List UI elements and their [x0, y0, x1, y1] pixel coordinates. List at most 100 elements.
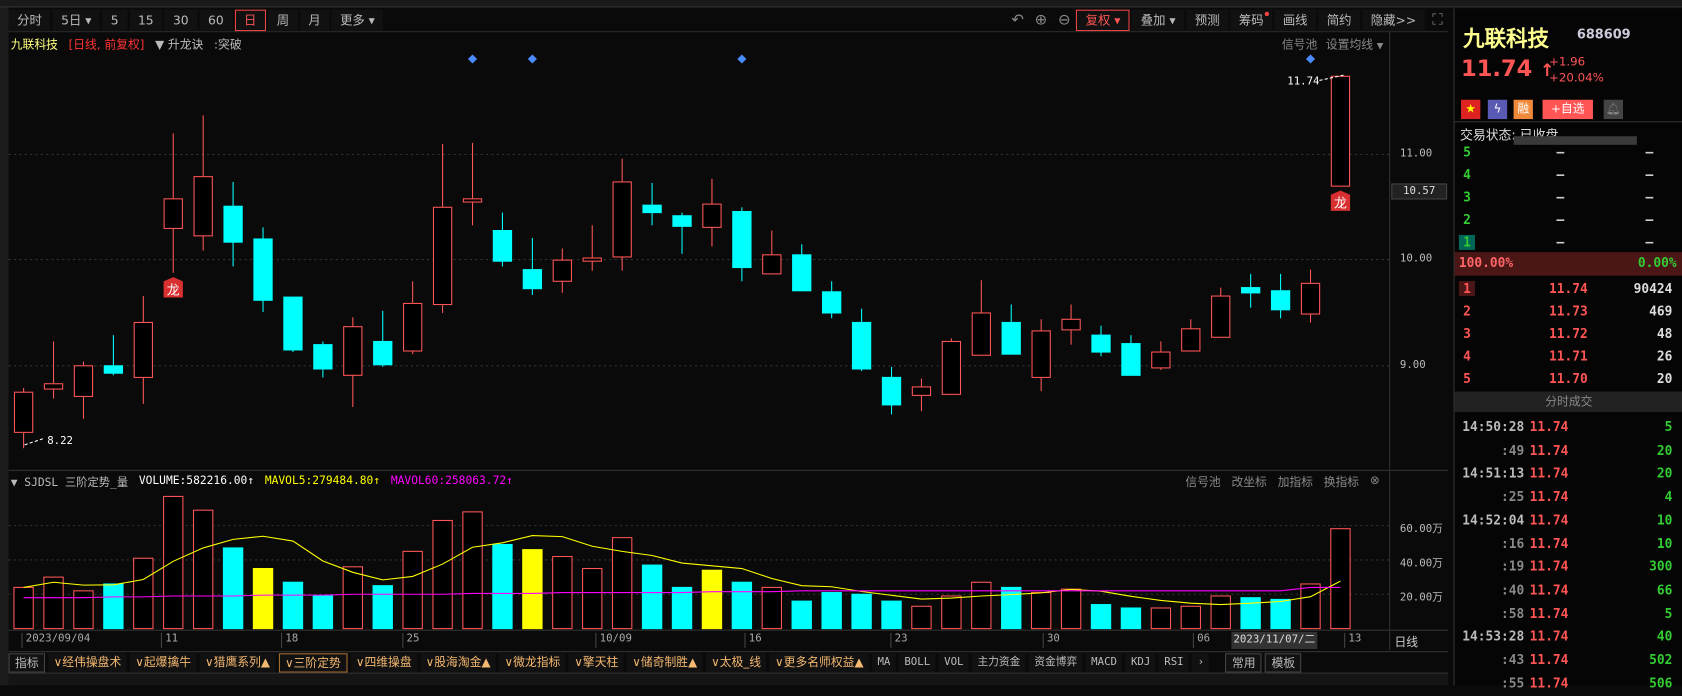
indicator-tab[interactable]: VOL	[938, 652, 969, 673]
candle[interactable]	[313, 341, 333, 378]
dragon-signal-char: 龙	[167, 283, 180, 298]
indicator-tab[interactable]: ∨三阶定势	[278, 652, 348, 673]
candle[interactable]	[253, 227, 273, 312]
indicator-tab[interactable]: ∨经伟操盘术	[48, 652, 127, 673]
indicator-tab[interactable]: MACD	[1085, 652, 1123, 673]
fullscreen-icon[interactable]: ⛶	[1427, 11, 1448, 28]
candle[interactable]	[163, 133, 183, 273]
candle-body	[762, 254, 782, 275]
candle[interactable]	[1121, 335, 1141, 376]
candle[interactable]	[881, 366, 902, 415]
kline-chart[interactable]: 龙龙11.748.22	[0, 0, 1390, 685]
bell-icon[interactable]: 🔔︎	[1603, 99, 1623, 120]
candle[interactable]	[432, 143, 453, 313]
candle-body	[73, 365, 94, 397]
candle[interactable]	[971, 280, 991, 356]
candle[interactable]	[73, 361, 94, 419]
indicator-tab[interactable]: ∨微龙指标	[499, 652, 566, 673]
indicator-tab[interactable]: RSI	[1158, 652, 1190, 673]
candle[interactable]	[283, 296, 303, 353]
volume-bar	[731, 581, 753, 630]
indicator-tab[interactable]: ∨太极_线	[705, 652, 767, 673]
add-watchlist-button[interactable]: +自选	[1542, 99, 1593, 120]
candle[interactable]	[462, 142, 483, 226]
candle[interactable]	[702, 178, 722, 247]
add-indicator-link[interactable]: 加指标	[1278, 473, 1313, 490]
indicator-tab[interactable]: KDJ	[1125, 652, 1156, 673]
indicator-tab[interactable]: 资金博弈	[1028, 652, 1083, 673]
candle[interactable]	[642, 182, 662, 226]
candle[interactable]	[822, 281, 842, 319]
candle[interactable]	[1241, 273, 1261, 308]
candle[interactable]	[343, 317, 363, 407]
candle[interactable]	[1300, 269, 1321, 323]
candle[interactable]	[582, 225, 602, 271]
candle[interactable]	[851, 308, 872, 372]
bid-volume: 90424	[1633, 281, 1673, 297]
volume-indicator-name[interactable]: ▼ SJDSL 三阶定势_量	[11, 474, 128, 490]
price-crosshair-label: 10.57	[1391, 183, 1448, 200]
change-axis-link[interactable]: 改坐标	[1231, 473, 1266, 490]
indicator-tab[interactable]: ∨四维操盘	[350, 652, 418, 673]
candle[interactable]	[403, 281, 423, 355]
indicator-tab[interactable]: 指标	[8, 652, 46, 673]
indicator-tab[interactable]: ∨猎鹰系列▲	[199, 652, 276, 673]
indicator-tab[interactable]: ∨股海淘金▲	[420, 652, 496, 673]
indicator-tab[interactable]: 常用	[1225, 652, 1262, 673]
lightning-icon[interactable]: ϟ	[1487, 99, 1508, 120]
candle[interactable]	[492, 212, 513, 267]
volume-bar	[1060, 588, 1082, 630]
indicator-tab[interactable]: MA	[872, 652, 896, 673]
candle[interactable]	[612, 158, 632, 271]
close-icon[interactable]: ⊗	[1370, 473, 1380, 490]
candle-body	[792, 254, 812, 292]
candle[interactable]	[133, 296, 153, 404]
candle[interactable]	[672, 212, 692, 254]
candle[interactable]	[1211, 287, 1231, 338]
candle[interactable]	[1001, 304, 1021, 355]
mavol60-value: MAVOL60:258063.72↑	[390, 474, 513, 488]
volume-bar	[1120, 607, 1142, 630]
margin-trading-badge[interactable]: 融	[1513, 99, 1533, 120]
ask-row: 4 — —	[1455, 164, 1682, 187]
candle[interactable]	[43, 341, 64, 399]
signal-pool-link[interactable]: 信号池	[1185, 473, 1220, 490]
candle[interactable]	[1061, 304, 1081, 345]
volume-bar	[133, 557, 154, 630]
indicator-tab[interactable]: ∨擎天柱	[568, 652, 624, 673]
trade-volume: 10	[1656, 535, 1673, 551]
candle[interactable]	[792, 244, 812, 292]
candle[interactable]	[1091, 325, 1111, 357]
china-flag-icon[interactable]: ★	[1461, 99, 1481, 120]
indicator-tab[interactable]: 模板	[1265, 652, 1302, 673]
candle[interactable]	[193, 115, 213, 251]
candle[interactable]	[13, 387, 34, 449]
candle[interactable]	[1031, 319, 1051, 392]
candle[interactable]	[1330, 75, 1351, 187]
candle[interactable]	[373, 310, 393, 367]
candle[interactable]	[223, 181, 243, 267]
indicator-tab[interactable]: ∨储奇制胜▲	[626, 652, 703, 673]
indicator-tab[interactable]: ∨更多名师权益▲	[769, 652, 869, 673]
candle[interactable]	[1151, 341, 1171, 371]
candle-body	[822, 291, 842, 314]
candle[interactable]	[911, 378, 932, 412]
switch-indicator-link[interactable]: 换指标	[1324, 473, 1359, 490]
ask-price: —	[1556, 212, 1565, 228]
indicator-tab[interactable]: ∨起爆擒牛	[129, 652, 197, 673]
candle[interactable]	[552, 248, 572, 293]
candle[interactable]	[1270, 273, 1291, 319]
candle[interactable]	[103, 335, 124, 376]
indicator-tab[interactable]: ›	[1192, 652, 1210, 673]
volume-bar	[761, 586, 782, 630]
candle[interactable]	[732, 207, 752, 282]
indicator-tab[interactable]: BOLL	[898, 652, 936, 673]
candle[interactable]	[522, 237, 543, 295]
candle[interactable]	[762, 230, 782, 275]
volume-bar	[701, 569, 723, 630]
volume-bar	[462, 511, 483, 630]
candle[interactable]	[941, 338, 962, 395]
bottom-scrollbar[interactable]	[8, 672, 1449, 686]
candle[interactable]	[1181, 319, 1201, 352]
indicator-tab[interactable]: 主力资金	[972, 652, 1026, 673]
